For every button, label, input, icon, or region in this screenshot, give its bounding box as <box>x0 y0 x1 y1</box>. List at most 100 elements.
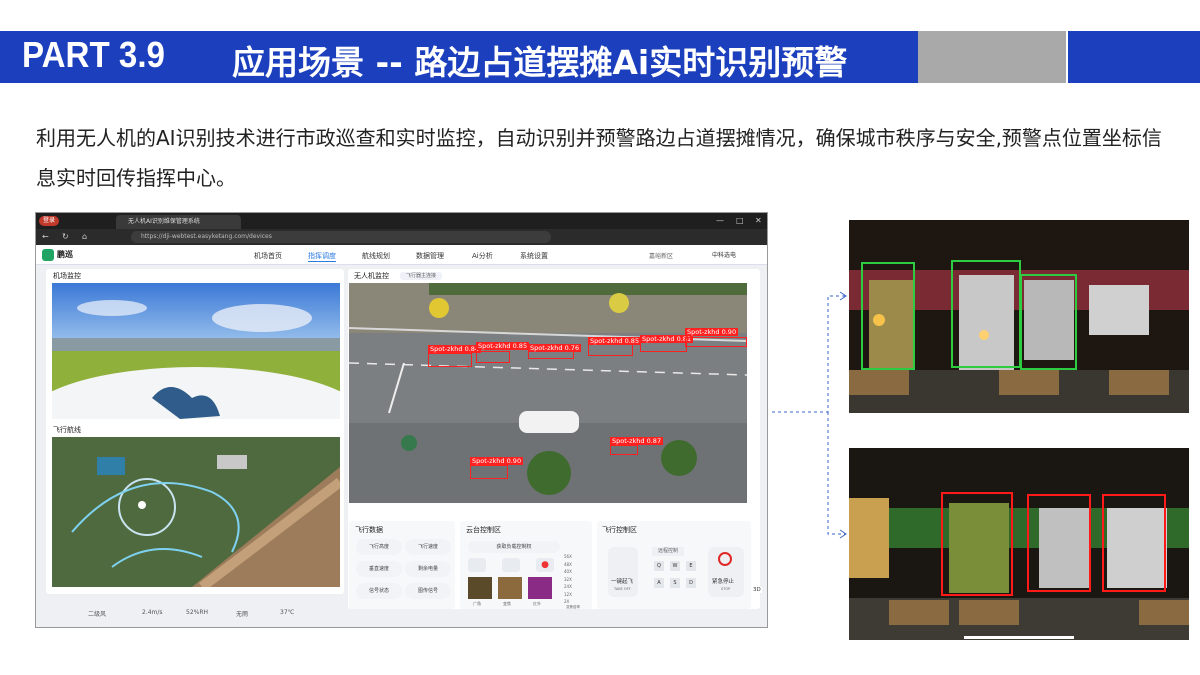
part-label: PART 3.9 <box>22 34 165 75</box>
detection-label: Spot-zkhd 0.76 <box>528 344 582 352</box>
address-bar: ← ↻ ⌂ https://dji-webtest.easyketang.com… <box>36 229 767 245</box>
wind-speed: 2.4m/s <box>142 609 163 616</box>
airport-camera-feed <box>52 283 340 419</box>
drone-camera-feed <box>349 283 747 503</box>
maximize-icon[interactable]: □ <box>736 216 744 226</box>
stop-sub: STOP <box>721 587 731 591</box>
gimbal-thumb-zoom[interactable] <box>498 577 522 599</box>
gimbal-mode-icon[interactable] <box>468 558 486 572</box>
zoom-level: 48X <box>564 561 572 567</box>
description-text: 利用无人机的AI识别技术进行市政巡查和实时监控，自动识别并预警路边占道摆摊情况，… <box>36 126 1162 190</box>
flight-data-item: 剩余电量 <box>405 561 451 577</box>
rain-status: 无雨 <box>236 611 249 618</box>
mode-label: 广角 <box>473 601 481 606</box>
zoom-level: 56X <box>564 554 572 559</box>
night-market-photo-top <box>849 220 1189 413</box>
detection-box-green <box>861 262 915 370</box>
zoom-scale[interactable]: 56X 48X 40X 32X 24X 12X 2X <box>564 553 572 606</box>
zoom-level: 12X <box>564 591 572 597</box>
flight-data-item: 垂直速度 <box>356 561 402 577</box>
temperature: 37℃ <box>280 609 295 616</box>
drone-monitor-title: 无人机监控 <box>354 272 389 280</box>
app-screenshot: 登录 无人机AI识别维保管理系统 — □ ✕ ← ↻ ⌂ https://dji… <box>35 212 768 628</box>
drone-tab[interactable]: 飞行器主连接 <box>400 272 443 280</box>
detection-box <box>610 445 638 455</box>
gimbal-title: 云台控制区 <box>466 526 501 534</box>
stop-icon <box>718 552 732 566</box>
detection-box <box>476 351 510 363</box>
url-field[interactable]: https://dji-webtest.easyketang.com/devic… <box>131 231 551 243</box>
key-q[interactable]: Q <box>654 561 664 571</box>
app-logo-icon <box>42 249 54 261</box>
detection-label: Spot-zkhd 0.90 <box>685 328 739 336</box>
zoom-level: 24X <box>564 584 572 589</box>
nav-item-route[interactable]: 航线规划 <box>362 251 390 261</box>
user-menu[interactable]: 中科选电 <box>712 250 736 259</box>
zone-select[interactable]: 嘉峪新区 <box>649 251 673 260</box>
flight-data-item: 信号状态 <box>356 583 402 599</box>
night-market-photo-bottom <box>849 448 1189 640</box>
stop-label: 紧急停止 <box>712 579 735 585</box>
mode-label: 红外 <box>533 601 541 606</box>
detection-label: Spot-zkhd 0.90 <box>470 457 524 465</box>
key-w[interactable]: W <box>670 561 680 571</box>
login-badge[interactable]: 登录 <box>39 216 60 226</box>
nav-item-data[interactable]: 数据管理 <box>416 251 444 261</box>
gimbal-crosshair-icon[interactable] <box>502 558 520 572</box>
detection-box-green <box>951 260 1021 368</box>
app-logo-text: 鹏巡 <box>57 250 73 259</box>
wind-level: 二级风 <box>88 611 107 618</box>
flight-route-title: 飞行航线 <box>53 426 81 434</box>
key-s[interactable]: S <box>670 578 680 588</box>
remote-control-label[interactable]: 远程控制 <box>652 547 685 556</box>
humidity: 52%RH <box>186 609 209 616</box>
detection-box <box>470 465 508 479</box>
takeoff-label: 一键起飞 <box>611 579 634 585</box>
detection-label: Spot-zkhd 0.87 <box>610 437 664 445</box>
detection-label: Spot-zkhd 0.84 <box>428 345 482 353</box>
minimize-icon[interactable]: — <box>716 216 724 226</box>
browser-tab-bar: 登录 无人机AI识别维保管理系统 — □ ✕ <box>36 213 767 229</box>
gimbal-thumb-ir[interactable] <box>528 577 552 599</box>
flight-data-item: 图传信号 <box>405 583 451 599</box>
flight-data-item: 飞行速度 <box>405 539 451 555</box>
keypad: QWE ASD <box>651 560 707 589</box>
gimbal-acquire-button[interactable]: 获取负载控制权 <box>468 541 560 553</box>
detection-label: Spot-zkhd 0.85 <box>476 342 530 350</box>
gimbal-thumb-wide[interactable] <box>468 577 492 599</box>
mode-label: 变焦 <box>503 601 511 606</box>
key-e[interactable]: E <box>686 561 696 571</box>
zoom-level: 40X <box>564 569 572 574</box>
flight-data-item: 飞行高度 <box>356 539 402 555</box>
browser-tab[interactable]: 无人机AI识别维保管理系统 <box>116 215 241 229</box>
detection-box-red <box>1102 494 1166 592</box>
detection-label: Spot-zkhd 0.85 <box>588 337 642 345</box>
detection-box <box>640 342 687 352</box>
refresh-icon[interactable]: ↻ <box>62 232 69 242</box>
takeoff-sub: TAKE OFF <box>614 587 631 591</box>
page-title: 应用场景 -- 路边占道摆摊Ai实时识别预警 <box>232 43 848 82</box>
back-icon[interactable]: ← <box>42 232 49 242</box>
header-gray-block <box>918 31 1066 83</box>
connector-lines <box>772 291 847 539</box>
nav-item-dispatch[interactable]: 指挥调度 <box>308 251 336 262</box>
key-d[interactable]: D <box>686 578 696 588</box>
3d-toggle[interactable]: 3D <box>752 587 762 593</box>
key-a[interactable]: A <box>654 578 664 588</box>
flight-data-title: 飞行数据 <box>355 526 383 534</box>
nav-item-ai[interactable]: Ai分析 <box>472 251 493 261</box>
detection-box-green <box>1020 274 1077 370</box>
record-icon[interactable]: ● <box>536 558 554 572</box>
zoom-level: 32X <box>564 576 572 582</box>
detection-box-red <box>1027 494 1091 592</box>
detection-box <box>428 353 472 367</box>
nav-item-airport[interactable]: 机场首页 <box>254 251 282 261</box>
route-map[interactable] <box>52 437 340 587</box>
home-icon[interactable]: ⌂ <box>82 232 87 242</box>
detection-box <box>685 337 747 347</box>
header-blue-block <box>1068 31 1200 83</box>
airport-monitor-title: 机场监控 <box>53 272 81 280</box>
nav-item-settings[interactable]: 系统设置 <box>520 251 548 261</box>
detection-box-red <box>941 492 1013 596</box>
close-icon[interactable]: ✕ <box>755 216 762 226</box>
